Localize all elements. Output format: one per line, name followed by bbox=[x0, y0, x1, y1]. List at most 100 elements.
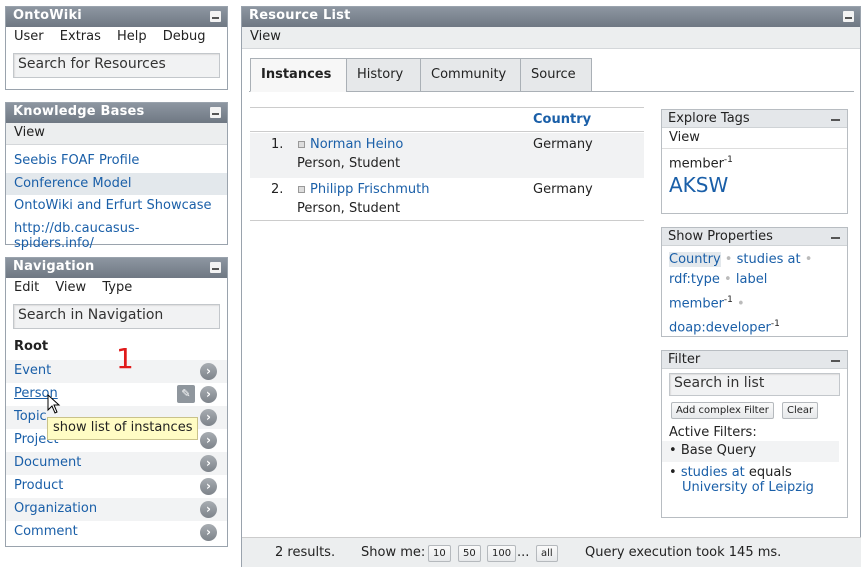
ontowiki-titlebar: OntoWiki bbox=[6, 7, 227, 27]
nav-item-person[interactable]: Person ✎ › bbox=[6, 383, 227, 406]
tooltip: show list of instances bbox=[47, 417, 199, 440]
menu-edit[interactable]: Edit bbox=[14, 280, 39, 295]
bullet-icon: • bbox=[669, 465, 681, 480]
resource-list-titlebar: Resource List bbox=[242, 7, 860, 27]
kb-item[interactable]: http://db.caucasus-spiders.info/ bbox=[6, 218, 227, 251]
nav-item-label[interactable]: Product bbox=[14, 478, 63, 493]
add-complex-filter-button[interactable]: Add complex Filter bbox=[671, 402, 774, 419]
knowledge-bases-window: Knowledge Bases View Seebis FOAF Profile… bbox=[5, 102, 228, 251]
minimize-icon[interactable] bbox=[830, 355, 841, 364]
show-100-button[interactable]: 100 bbox=[487, 545, 517, 562]
navigation-title: Navigation bbox=[13, 259, 95, 274]
chevron-right-icon[interactable]: › bbox=[200, 409, 217, 426]
minimize-icon[interactable] bbox=[830, 114, 841, 123]
table-row: 2. Philipp Frischmuth Person, Student Ge… bbox=[250, 178, 644, 221]
search-resources-input[interactable]: Search for Resources bbox=[13, 53, 220, 78]
ellipsis: ... bbox=[517, 545, 530, 560]
property-rdf-type[interactable]: rdf:type bbox=[669, 272, 720, 287]
filter-studies-at: • studies at equals University of Leipzi… bbox=[662, 462, 847, 495]
minimize-icon[interactable] bbox=[830, 232, 841, 241]
menu-view[interactable]: View bbox=[250, 29, 281, 44]
expand-icon[interactable] bbox=[298, 141, 305, 148]
filter-operator: equals bbox=[748, 465, 792, 480]
search-list-input[interactable]: Search in list bbox=[669, 373, 840, 396]
menu-view[interactable]: View bbox=[55, 280, 86, 295]
nav-item-document[interactable]: Document › bbox=[6, 452, 227, 475]
explore-tags-view[interactable]: View bbox=[662, 128, 847, 149]
nav-item-label[interactable]: Event bbox=[14, 363, 51, 378]
result-footer: 2 results. Show me: 10 50 100 ... all Qu… bbox=[242, 537, 861, 567]
resource-types: Person, Student bbox=[297, 201, 401, 216]
menu-debug[interactable]: Debug bbox=[163, 29, 206, 44]
tag-aksw[interactable]: AKSW bbox=[662, 171, 847, 199]
chevron-right-icon[interactable]: › bbox=[200, 455, 217, 472]
menu-user[interactable]: User bbox=[14, 29, 44, 44]
property-studies-at[interactable]: studies at bbox=[737, 252, 801, 267]
property-country[interactable]: Country bbox=[669, 252, 721, 267]
kb-item[interactable]: Seebis FOAF Profile bbox=[6, 150, 227, 173]
menu-help[interactable]: Help bbox=[117, 29, 147, 44]
explore-tags-title: Explore Tags bbox=[668, 111, 750, 126]
nav-item-label[interactable]: Document bbox=[14, 455, 81, 470]
nav-item-label[interactable]: Organization bbox=[14, 501, 97, 516]
show-me-label: Show me: bbox=[361, 545, 426, 560]
resource-list-title: Resource List bbox=[249, 8, 351, 23]
bullet-icon: • bbox=[669, 443, 681, 458]
resource-country: Germany bbox=[533, 182, 593, 197]
clear-button[interactable]: Clear bbox=[782, 402, 819, 419]
minimize-icon[interactable] bbox=[843, 11, 854, 22]
filter-value[interactable]: University of Leipzig bbox=[682, 480, 814, 495]
menu-extras[interactable]: Extras bbox=[60, 29, 101, 44]
resource-types: Person, Student bbox=[297, 156, 401, 171]
base-query-label: Base Query bbox=[680, 443, 757, 458]
explore-tags-titlebar: Explore Tags bbox=[662, 110, 847, 128]
nav-item-product[interactable]: Product › bbox=[6, 475, 227, 498]
chevron-right-icon[interactable]: › bbox=[200, 386, 217, 403]
filter-title: Filter bbox=[668, 352, 701, 367]
show-50-button[interactable]: 50 bbox=[458, 545, 481, 562]
separator-dot: • bbox=[737, 296, 745, 312]
kb-item-selected[interactable]: Conference Model bbox=[6, 172, 227, 195]
chevron-right-icon[interactable]: › bbox=[200, 501, 217, 518]
resource-link[interactable]: Philipp Frischmuth bbox=[310, 182, 429, 197]
filter-buttons: Add complex Filter Clear bbox=[662, 400, 847, 421]
show-10-button[interactable]: 10 bbox=[428, 545, 451, 562]
property-label[interactable]: label bbox=[736, 272, 767, 287]
property-member[interactable]: member bbox=[669, 296, 724, 311]
separator-dot: • bbox=[724, 272, 732, 287]
nav-item-label[interactable]: Comment bbox=[14, 524, 78, 539]
tag-member[interactable]: member-1 bbox=[662, 149, 847, 171]
resource-link[interactable]: Norman Heino bbox=[310, 137, 403, 152]
show-all-button[interactable]: all bbox=[536, 545, 558, 562]
property-doap-developer[interactable]: doap:developer bbox=[669, 321, 771, 336]
tab-source[interactable]: Source bbox=[520, 58, 592, 92]
search-navigation-input[interactable]: Search in Navigation bbox=[13, 304, 220, 329]
edit-icon[interactable]: ✎ bbox=[177, 385, 195, 403]
resource-country: Germany bbox=[533, 137, 593, 152]
tab-instances[interactable]: Instances bbox=[250, 58, 347, 92]
chevron-right-icon[interactable]: › bbox=[200, 478, 217, 495]
tab-history[interactable]: History bbox=[346, 58, 421, 92]
column-header-country[interactable]: Country bbox=[533, 112, 591, 127]
minimize-icon[interactable] bbox=[210, 11, 221, 22]
ontowiki-window: OntoWiki User Extras Help Debug Search f… bbox=[5, 6, 228, 90]
chevron-right-icon[interactable]: › bbox=[200, 524, 217, 541]
property-list: Country • studies at • rdf:type • label … bbox=[662, 246, 847, 343]
filter-base-query: • Base Query bbox=[662, 441, 839, 462]
ontowiki-menu: User Extras Help Debug bbox=[6, 27, 227, 49]
chevron-right-icon[interactable]: › bbox=[200, 432, 217, 449]
kb-item[interactable]: OntoWiki and Erfurt Showcase bbox=[6, 195, 227, 218]
filter-property[interactable]: studies at bbox=[681, 465, 745, 480]
menu-view[interactable]: View bbox=[14, 125, 45, 140]
tab-community[interactable]: Community bbox=[420, 58, 521, 92]
ontowiki-title: OntoWiki bbox=[13, 8, 82, 23]
filter-titlebar: Filter bbox=[662, 351, 847, 369]
minimize-icon[interactable] bbox=[210, 262, 221, 273]
nav-item-comment[interactable]: Comment › bbox=[6, 521, 227, 544]
chevron-right-icon[interactable]: › bbox=[200, 363, 217, 380]
nav-item-organization[interactable]: Organization › bbox=[6, 498, 227, 521]
expand-icon[interactable] bbox=[298, 186, 305, 193]
minimize-icon[interactable] bbox=[210, 107, 221, 118]
menu-type[interactable]: Type bbox=[102, 280, 132, 295]
nav-item-label[interactable]: Topic bbox=[14, 409, 47, 424]
